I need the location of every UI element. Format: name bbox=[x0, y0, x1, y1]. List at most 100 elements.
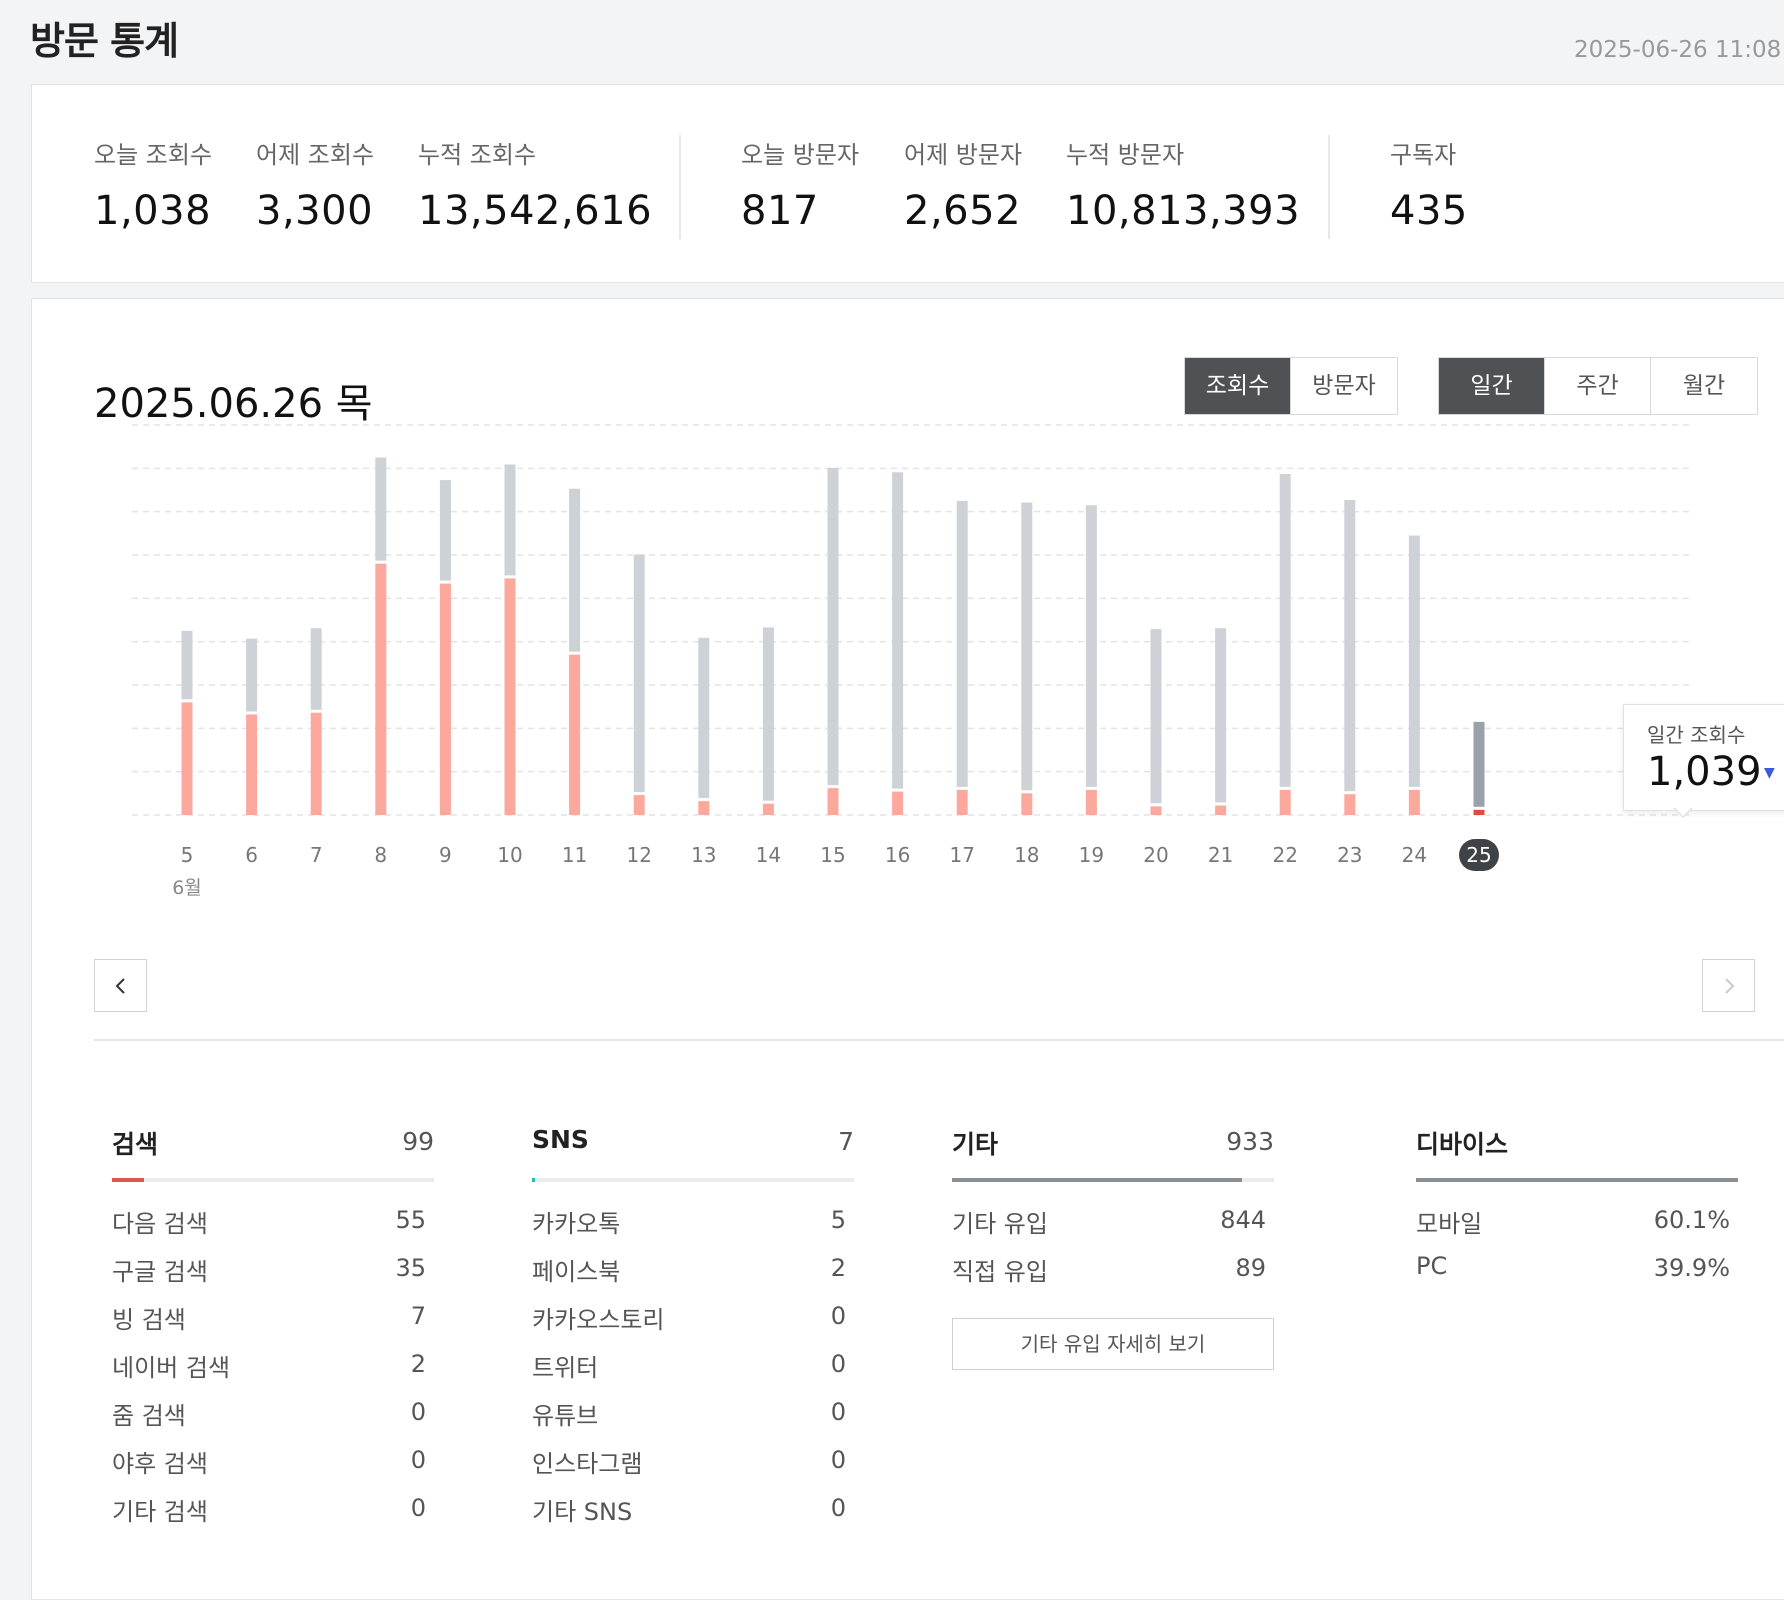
bar-segment-top bbox=[310, 628, 322, 710]
list-item: 트위터 0 bbox=[532, 1348, 854, 1396]
bar-segment-bottom bbox=[1408, 789, 1420, 815]
item-value: 0 bbox=[410, 1398, 426, 1426]
device-panel: 디바이스 모바일 60.1% PC 39.9% bbox=[1416, 1125, 1738, 1300]
stat-label: 오늘 방문자 bbox=[741, 141, 860, 169]
panel-title: 검색 bbox=[112, 1130, 159, 1159]
share-bar bbox=[532, 1178, 854, 1182]
x-tick-label: 22 bbox=[1272, 843, 1297, 867]
divider bbox=[1328, 135, 1330, 239]
etc-detail-button[interactable]: 기타 유입 자세히 보기 bbox=[952, 1318, 1274, 1370]
item-label: 기타 SNS bbox=[532, 1498, 633, 1526]
x-tick-label: 25 bbox=[1466, 843, 1491, 867]
next-period-button[interactable] bbox=[1702, 959, 1755, 1012]
panel-title: 기타 bbox=[952, 1130, 999, 1159]
stat-label: 어제 방문자 bbox=[904, 141, 1023, 169]
x-tick-label: 12 bbox=[626, 843, 651, 867]
item-value: 5 bbox=[830, 1206, 846, 1234]
item-label: 줌 검색 bbox=[112, 1402, 186, 1430]
bar-segment-bottom bbox=[1085, 789, 1097, 815]
item-value: 844 bbox=[1220, 1206, 1266, 1234]
list-item: 기타 유입 844 bbox=[952, 1204, 1274, 1252]
bar-segment-top bbox=[827, 467, 839, 786]
bar-segment-top bbox=[892, 472, 904, 789]
stat-subscribers: 구독자 435 bbox=[1390, 135, 1468, 234]
bar-segment-top bbox=[1150, 629, 1162, 804]
stat-yesterday-views: 어제 조회수 3,300 bbox=[256, 135, 374, 234]
chart-bars bbox=[181, 457, 1485, 815]
item-value: 0 bbox=[830, 1398, 846, 1426]
item-label: 기타 검색 bbox=[112, 1498, 208, 1526]
chevron-left-icon bbox=[115, 977, 125, 994]
x-tick-label: 7 bbox=[310, 843, 323, 867]
x-tick-label: 24 bbox=[1402, 843, 1427, 867]
item-value: 89 bbox=[1235, 1254, 1266, 1282]
item-value: 2 bbox=[410, 1350, 426, 1378]
item-label: 직접 유입 bbox=[952, 1258, 1048, 1286]
bar-segment-bottom bbox=[1150, 806, 1162, 815]
bar-segment-top bbox=[1473, 721, 1485, 807]
bar-segment-top bbox=[762, 627, 774, 801]
item-value: 0 bbox=[830, 1350, 846, 1378]
bar-segment-top bbox=[1021, 502, 1033, 791]
item-value: 35 bbox=[395, 1254, 426, 1282]
tooltip-tail bbox=[1674, 807, 1692, 816]
x-tick-label: 20 bbox=[1143, 843, 1168, 867]
bar-segment-bottom bbox=[956, 789, 968, 815]
share-bar-fill bbox=[112, 1178, 145, 1182]
x-tick-label: 11 bbox=[562, 843, 587, 867]
chart-tooltip: 일간 조회수 1,039 ▼ bbox=[1623, 704, 1784, 811]
bar-segment-bottom bbox=[762, 803, 774, 815]
stat-value: 817 bbox=[741, 188, 819, 234]
stat-today-views: 오늘 조회수 1,038 bbox=[94, 135, 212, 234]
bar-segment-bottom bbox=[504, 578, 516, 815]
stat-value: 435 bbox=[1390, 188, 1468, 234]
x-tick-label: 9 bbox=[439, 843, 452, 867]
item-value: 39.9% bbox=[1653, 1254, 1730, 1282]
panel-total: 99 bbox=[402, 1127, 434, 1156]
stat-label: 어제 조회수 bbox=[256, 141, 375, 169]
x-tick-label: 10 bbox=[497, 843, 522, 867]
stat-total-visitors: 누적 방문자 10,813,393 bbox=[1066, 135, 1300, 234]
x-tick-label: 17 bbox=[949, 843, 974, 867]
bar-segment-top bbox=[569, 488, 581, 652]
x-tick-label: 23 bbox=[1337, 843, 1362, 867]
tooltip-label: 일간 조회수 bbox=[1647, 723, 1746, 747]
etc-panel: 기타 933 기타 유입 844 직접 유입 89 기타 유입 자세히 보기 bbox=[952, 1125, 1274, 1370]
bar-segment-top bbox=[181, 630, 193, 700]
panel-total: 7 bbox=[838, 1127, 854, 1156]
list-item: 기타 검색 0 bbox=[112, 1492, 434, 1540]
stat-today-visitors: 오늘 방문자 817 bbox=[741, 135, 859, 234]
item-value: 0 bbox=[410, 1494, 426, 1522]
list-item: 기타 SNS 0 bbox=[532, 1492, 854, 1540]
panel-rows: 다음 검색 55 구글 검색 35 빙 검색 7 네이버 검색 2 줌 검색 0 야후 검색 0 기타 … bbox=[112, 1204, 434, 1540]
list-item: 빙 검색 7 bbox=[112, 1300, 434, 1348]
item-label: 모바일 bbox=[1416, 1210, 1483, 1238]
x-tick-label: 21 bbox=[1208, 843, 1233, 867]
item-label: 다음 검색 bbox=[112, 1210, 208, 1238]
bar-segment-top bbox=[375, 457, 387, 561]
prev-period-button[interactable] bbox=[94, 959, 147, 1012]
list-item: PC 39.9% bbox=[1416, 1252, 1738, 1300]
item-value: 7 bbox=[410, 1302, 426, 1330]
summary-card: 오늘 조회수 1,038 어제 조회수 3,300 누적 조회수 13,542,… bbox=[31, 84, 1784, 283]
share-bar bbox=[952, 1178, 1274, 1182]
x-tick-label: 18 bbox=[1014, 843, 1039, 867]
item-value: 0 bbox=[830, 1494, 846, 1522]
stat-label: 오늘 조회수 bbox=[94, 141, 213, 169]
section-divider bbox=[94, 1039, 1784, 1041]
list-item: 야후 검색 0 bbox=[112, 1444, 434, 1492]
bar-segment-top bbox=[1085, 505, 1097, 787]
bar-segment-top bbox=[956, 500, 968, 787]
bar-segment-bottom bbox=[569, 654, 581, 815]
item-value: 0 bbox=[830, 1446, 846, 1474]
bar-segment-top bbox=[633, 554, 645, 793]
list-item: 유튜브 0 bbox=[532, 1396, 854, 1444]
item-value: 0 bbox=[830, 1302, 846, 1330]
chart-grid bbox=[132, 424, 1692, 816]
item-label: 기타 유입 bbox=[952, 1210, 1048, 1238]
bar-segment-bottom bbox=[439, 583, 451, 815]
bar-segment-top bbox=[1408, 535, 1420, 787]
item-label: 네이버 검색 bbox=[112, 1354, 231, 1382]
bar-segment-top bbox=[246, 638, 258, 712]
item-label: 카카오스토리 bbox=[532, 1306, 665, 1334]
